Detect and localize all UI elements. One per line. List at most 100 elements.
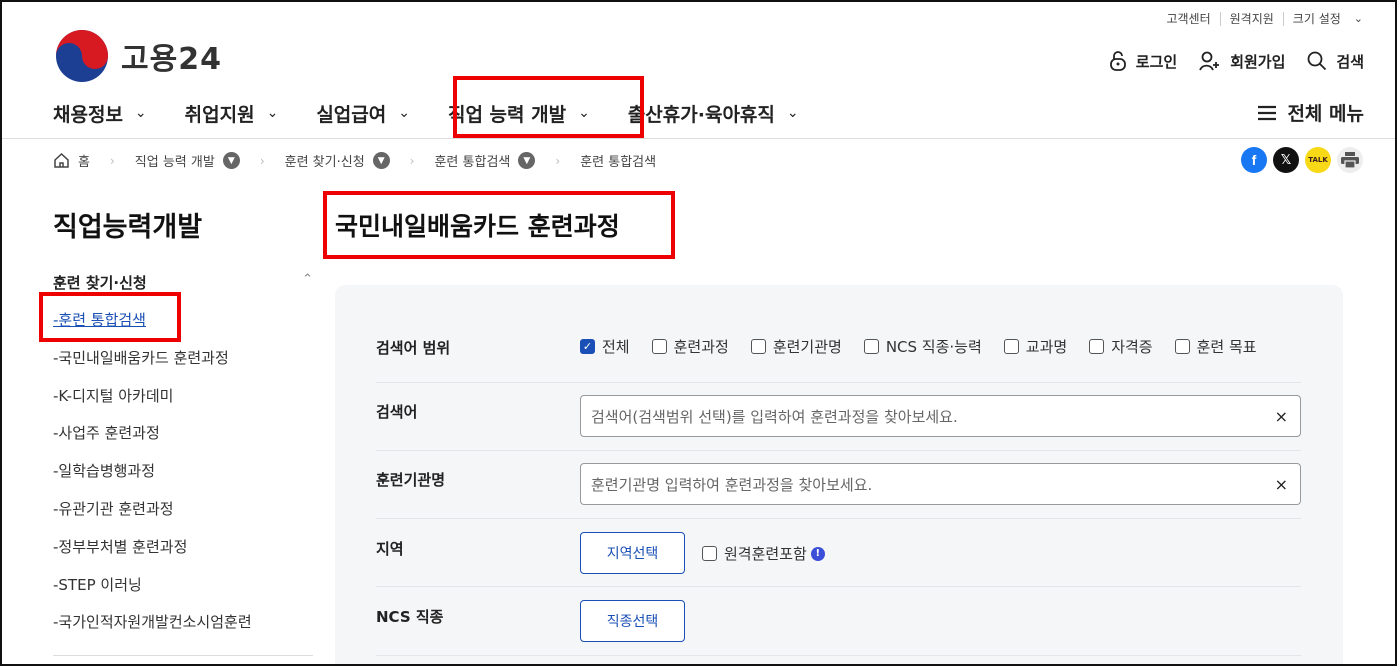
checkbox-icon[interactable] — [1089, 339, 1105, 354]
breadcrumb-home-label: 홈 — [78, 155, 90, 170]
lnb-section-toggle[interactable]: 훈련 찾기·신청 ⌃ — [53, 272, 313, 293]
checkbox-icon[interactable] — [1174, 339, 1190, 354]
lnb-item-employer[interactable]: -사업주 훈련과정 — [53, 423, 252, 461]
search-button[interactable]: 검색 — [1307, 51, 1364, 72]
chevron-right-icon: › — [555, 153, 561, 168]
kakaotalk-icon[interactable]: TALK — [1305, 147, 1331, 173]
lnb-item-label[interactable]: -훈련 통합검색 — [53, 311, 146, 329]
scope-option-subject[interactable]: 교과명 — [1003, 336, 1068, 357]
chevron-down-icon: ⌄ — [134, 105, 147, 121]
lnb-item-ministry[interactable]: -정부부처별 훈련과정 — [53, 537, 252, 575]
lnb-item-label: -유관기관 훈련과정 — [53, 499, 174, 518]
breadcrumb-label: 훈련 통합검색 — [580, 155, 657, 170]
scope-option-label: NCS 직종·능력 — [885, 338, 982, 356]
gnb-item-employment-support[interactable]: 취업지원 ⌄ — [185, 99, 279, 127]
checkbox-icon[interactable] — [863, 339, 879, 354]
checkbox-icon[interactable] — [1003, 339, 1019, 354]
scope-options: ✓ 전체 훈련과정 훈련기관명 NCS 직종·능력 교과명 자격증 훈련 목표 — [580, 336, 1279, 357]
gnb-item-jobs[interactable]: 채용정보 ⌄ — [53, 99, 147, 127]
dropdown-icon[interactable]: ▼ — [372, 152, 390, 169]
x-twitter-icon[interactable]: 𝕏 — [1273, 147, 1299, 173]
scope-option-label: 자격증 — [1111, 338, 1153, 356]
gnb-label: 취업지원 — [184, 103, 255, 126]
remote-training-checkbox[interactable]: 원격훈련포함 ! — [702, 543, 825, 564]
clear-icon[interactable]: × — [1275, 475, 1288, 494]
keyword-input[interactable]: 검색어(검색범위 선택)를 입력하여 훈련과정을 찾아보세요. × — [580, 395, 1301, 437]
main-navigation: 채용정보 ⌄ 취업지원 ⌄ 실업급여 ⌄ 직업 능력 개발 ⌄ 출산휴가·육아휴직 ⌄ — [53, 99, 837, 127]
print-icon[interactable] — [1337, 147, 1363, 173]
keyword-row: 검색어 검색어(검색범위 선택)를 입력하여 훈련과정을 찾아보세요. × — [376, 395, 1301, 437]
gnb-item-parental-leave[interactable]: 출산휴가·육아휴직 ⌄ — [628, 99, 799, 127]
chevron-right-icon: › — [259, 153, 265, 168]
search-label: 검색 — [1336, 52, 1364, 71]
row-divider — [376, 655, 1301, 656]
lnb-item-naeil-card[interactable]: -국민내일배움카드 훈련과정 — [53, 348, 252, 386]
checkbox-checked-icon[interactable]: ✓ — [580, 339, 595, 354]
row-divider — [376, 586, 1301, 587]
search-icon — [1307, 51, 1327, 71]
scope-option-label: 교과명 — [1025, 338, 1068, 356]
logo-text: 고용24 — [121, 42, 222, 77]
lnb-item-consortium[interactable]: -국가인적자원개발컨소시엄훈련 — [53, 612, 252, 650]
lnb-item-work-study[interactable]: -일학습병행과정 — [53, 461, 252, 499]
region-select-button[interactable]: 지역선택 — [580, 532, 685, 574]
lnb-divider — [53, 655, 313, 656]
chevron-down-icon: ⌄ — [578, 105, 590, 121]
scope-option-institution[interactable]: 훈련기관명 — [750, 336, 842, 357]
ncs-row: NCS 직종 직종선택 — [376, 600, 1301, 642]
lnb-item-integrated-search[interactable]: -훈련 통합검색 — [53, 310, 252, 348]
row-divider — [376, 450, 1301, 451]
scope-option-certificate[interactable]: 자격증 — [1089, 336, 1153, 357]
ncs-select-button[interactable]: 직종선택 — [580, 600, 685, 642]
institution-row: 훈련기관명 훈련기관명 입력하여 훈련과정을 찾아보세요. × — [376, 463, 1301, 505]
lnb-item-step[interactable]: -STEP 이러닝 — [53, 575, 252, 613]
scope-row: 검색어 범위 ✓ 전체 훈련과정 훈련기관명 NCS 직종·능력 교과명 자격증 … — [376, 336, 1301, 360]
gnb-label: 직업 능력 개발 — [447, 103, 567, 126]
all-menu-label: 전체 메뉴 — [1287, 103, 1364, 125]
facebook-icon[interactable]: f — [1241, 147, 1267, 173]
size-setting-button[interactable]: 크기 설정 — [1282, 12, 1350, 26]
keyword-placeholder: 검색어(검색범위 선택)를 입력하여 훈련과정을 찾아보세요. — [591, 407, 958, 426]
all-menu-button[interactable]: 전체 메뉴 — [1257, 99, 1364, 126]
breadcrumb-home[interactable]: 홈 — [53, 151, 90, 170]
gnb-item-unemployment-benefit[interactable]: 실업급여 ⌄ — [316, 99, 410, 127]
breadcrumb-item[interactable]: 훈련 통합검색 ▼ — [434, 151, 536, 170]
remote-support-link[interactable]: 원격지원 — [1219, 12, 1283, 26]
region-label: 지역 — [376, 540, 404, 558]
add-user-icon — [1199, 51, 1220, 71]
dropdown-icon[interactable]: ▼ — [222, 152, 240, 169]
clear-icon[interactable]: × — [1275, 407, 1288, 426]
scope-option-goal[interactable]: 훈련 목표 — [1174, 336, 1257, 357]
site-logo[interactable]: 고용24 — [55, 29, 222, 83]
chevron-up-icon: ⌃ — [302, 272, 313, 287]
lnb-item-related-agency[interactable]: -유관기관 훈련과정 — [53, 499, 252, 537]
lock-icon — [1109, 51, 1126, 71]
lnb-item-label: -국가인적자원개발컨소시엄훈련 — [53, 613, 252, 632]
info-icon[interactable]: ! — [810, 546, 825, 561]
share-buttons: f 𝕏 TALK — [1235, 147, 1363, 173]
scope-option-course[interactable]: 훈련과정 — [651, 336, 729, 357]
lnb-item-label: -일학습병행과정 — [53, 462, 156, 481]
scope-option-ncs[interactable]: NCS 직종·능력 — [863, 336, 982, 357]
checkbox-icon[interactable] — [750, 339, 766, 354]
login-button[interactable]: 로그인 — [1109, 50, 1177, 72]
lnb-item-label: -정부부처별 훈련과정 — [53, 537, 188, 556]
lnb-menu: -훈련 통합검색 -국민내일배움카드 훈련과정 -K-디지털 아카데미 -사업주… — [53, 310, 252, 650]
lnb-item-label: -국민내일배움카드 훈련과정 — [53, 348, 229, 367]
gnb-item-skills-development[interactable]: 직업 능력 개발 ⌄ — [448, 99, 590, 127]
breadcrumb-item[interactable]: 직업 능력 개발 ▼ — [135, 151, 240, 170]
taegeuk-logo-icon — [56, 30, 108, 82]
breadcrumb-item[interactable]: 훈련 찾기·신청 ▼ — [285, 151, 390, 170]
scope-option-all[interactable]: ✓ 전체 — [580, 336, 630, 357]
chevron-down-icon: ⌄ — [398, 105, 410, 121]
signup-button[interactable]: 회원가입 — [1199, 51, 1285, 72]
checkbox-icon[interactable] — [702, 546, 717, 561]
customer-center-link[interactable]: 고객센터 — [1157, 12, 1219, 26]
institution-input[interactable]: 훈련기관명 입력하여 훈련과정을 찾아보세요. × — [580, 463, 1301, 505]
header-divider — [0, 138, 1397, 139]
login-label: 로그인 — [1135, 52, 1178, 71]
chevron-right-icon: › — [109, 153, 115, 168]
dropdown-icon[interactable]: ▼ — [518, 152, 536, 169]
checkbox-icon[interactable] — [651, 339, 667, 354]
lnb-item-k-digital[interactable]: -K-디지털 아카데미 — [53, 386, 252, 424]
